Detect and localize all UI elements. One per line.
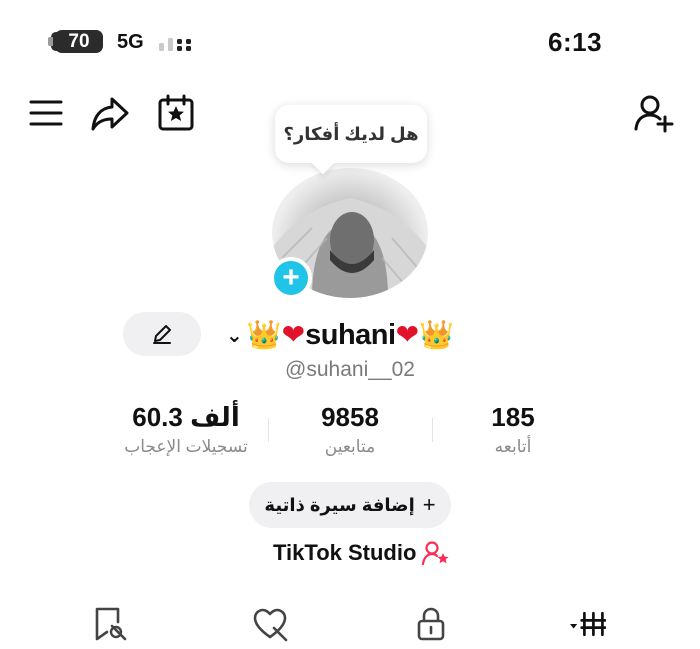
status-time: 6:13 <box>548 27 603 57</box>
stat-label: متابعين <box>324 437 376 456</box>
stat-value: 9858 <box>321 402 379 432</box>
add-bio-button[interactable]: إضافة سيرة ذاتية + <box>249 482 451 528</box>
network-type: 5G <box>117 31 144 53</box>
pencil-icon <box>153 325 171 344</box>
signal-icon <box>159 38 191 51</box>
favorites-icon[interactable] <box>92 606 128 642</box>
username-switcher[interactable]: ⌄ 👑 ❤ suhani ❤ 👑 <box>226 315 454 355</box>
following-stat[interactable]: 185 أتابعه <box>428 401 598 457</box>
calendar-star-icon[interactable] <box>156 93 196 133</box>
lock-icon[interactable] <box>413 606 449 642</box>
add-story-button[interactable]: + <box>270 257 312 299</box>
followers-stat[interactable]: 9858 متابعين <box>265 401 435 457</box>
add-user-icon[interactable] <box>634 93 674 133</box>
chevron-down-icon: ⌄ <box>226 324 243 347</box>
share-icon[interactable] <box>90 93 130 133</box>
stat-label: تسجيلات الإعجاب <box>124 437 248 456</box>
crown-icon: 👑 <box>419 319 454 350</box>
menu-icon[interactable] <box>26 93 66 133</box>
edit-profile-button[interactable] <box>123 312 201 356</box>
ideas-bubble[interactable]: هل لديك أفكار؟ <box>275 105 427 163</box>
heart-icon: ❤ <box>281 319 306 350</box>
display-name: suhani <box>305 318 396 351</box>
user-handle: @suhani__02 <box>285 358 415 381</box>
plus-icon: + <box>422 492 436 517</box>
stat-label: أتابعه <box>494 437 532 456</box>
stat-value: 60.3 ألف <box>132 402 240 432</box>
likes-stat[interactable]: 60.3 ألف تسجيلات الإعجاب <box>101 401 271 457</box>
studio-label: TikTok Studio <box>273 540 417 565</box>
user-star-icon <box>422 541 449 566</box>
battery-indicator: 70 <box>48 30 103 53</box>
crown-icon: 👑 <box>246 319 282 350</box>
grid-icon[interactable] <box>570 606 606 642</box>
liked-icon[interactable] <box>252 606 288 642</box>
heart-icon: ❤ <box>395 319 420 350</box>
tiktok-studio-link[interactable]: TikTok Studio <box>273 540 450 566</box>
add-bio-label: إضافة سيرة ذاتية <box>264 494 415 515</box>
stat-value: 185 <box>491 402 535 432</box>
